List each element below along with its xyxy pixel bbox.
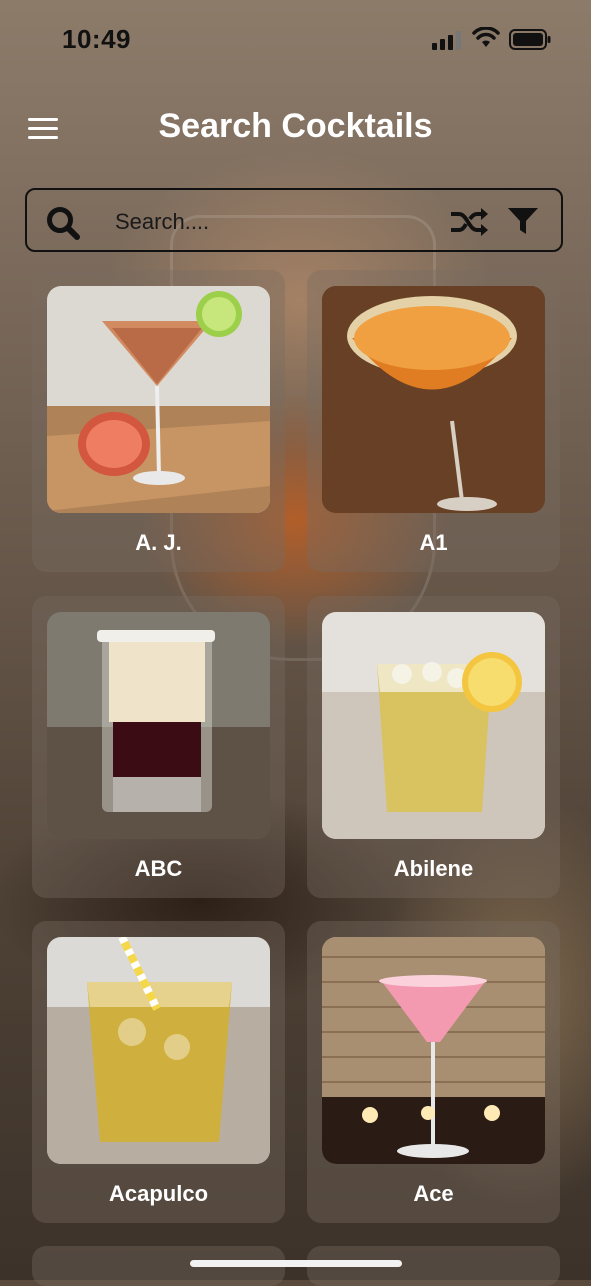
cocktail-name: Abilene: [393, 856, 474, 881]
cocktail-card[interactable]: Ace: [307, 921, 560, 1223]
wifi-icon: [472, 27, 500, 47]
cocktail-name: Acapulco: [108, 1181, 209, 1206]
cocktail-name: ABC: [134, 856, 183, 881]
cocktail-image[interactable]: [47, 612, 270, 839]
search-input[interactable]: [113, 204, 437, 240]
cocktail-card[interactable]: Abilene: [307, 596, 560, 898]
search-bar: [25, 188, 563, 252]
filter-icon[interactable]: [507, 206, 539, 236]
home-indicator[interactable]: [190, 1260, 402, 1267]
cocktail-name: Ace: [413, 1181, 454, 1206]
cocktail-card[interactable]: A. J.: [32, 270, 285, 572]
cocktail-name: A. J.: [135, 530, 182, 555]
status-bar: 10:49: [0, 0, 591, 80]
status-time: 10:49: [62, 24, 131, 54]
cocktail-image[interactable]: [322, 612, 545, 839]
cocktail-image[interactable]: [322, 937, 545, 1164]
page-title: Search Cocktails: [158, 107, 433, 145]
cocktail-card[interactable]: Acapulco: [32, 921, 285, 1223]
cocktail-name: A1: [419, 530, 448, 555]
cocktail-card[interactable]: A1: [307, 270, 560, 572]
battery-icon: [509, 29, 551, 50]
cocktail-card[interactable]: ABC: [32, 596, 285, 898]
shuffle-icon[interactable]: [449, 206, 489, 238]
cocktail-image[interactable]: [47, 286, 270, 513]
cellular-signal-icon: [432, 31, 461, 50]
cocktail-image[interactable]: [322, 286, 545, 513]
cocktail-image[interactable]: [47, 937, 270, 1164]
search-icon[interactable]: [45, 205, 81, 241]
